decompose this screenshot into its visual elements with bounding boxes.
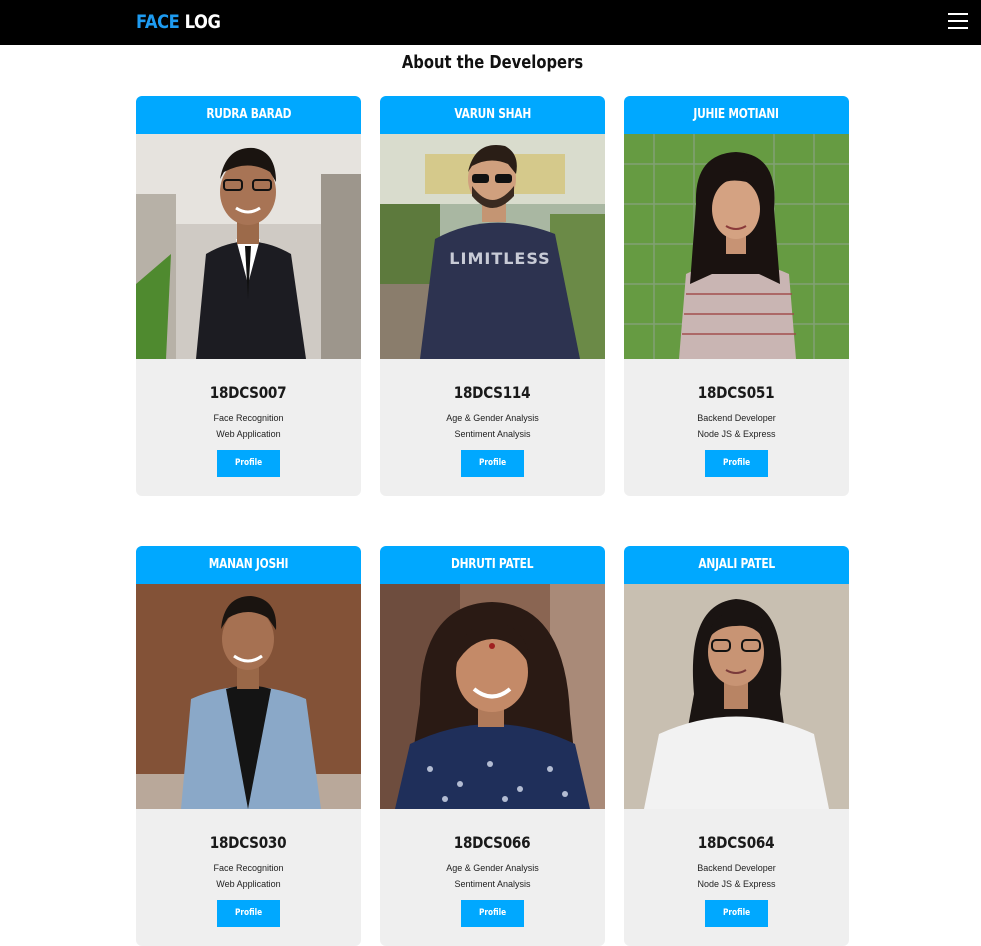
developer-name-header: DHRUTI PATEL [380,546,605,584]
developer-card: MANAN JOSHI 18DCS030 Face Recognition We… [136,546,361,946]
svg-text:LIMITLESS: LIMITLESS [449,249,550,268]
developer-id: 18DCS030 [210,833,287,852]
developer-name: VARUN SHAH [454,107,531,122]
profile-button[interactable]: Profile [705,900,768,927]
profile-button[interactable]: Profile [705,450,768,477]
developer-card-body: 18DCS007 Face Recognition Web Applicatio… [136,383,361,496]
developer-name: ANJALI PATEL [698,557,775,572]
developer-role-2: Node JS & Express [697,429,776,439]
developer-name: DHRUTI PATEL [451,557,534,572]
developer-name: MANAN JOSHI [208,557,289,572]
developer-role-1: Age & Gender Analysis [446,413,539,423]
developer-id: 18DCS007 [210,383,287,402]
developer-role-1: Age & Gender Analysis [446,863,539,873]
developer-photo [624,584,849,809]
brand-log-text: LOG [184,11,221,33]
developer-card-body: 18DCS030 Face Recognition Web Applicatio… [136,833,361,946]
developer-name-header: ANJALI PATEL [624,546,849,584]
developer-id: 18DCS066 [454,833,531,852]
developer-card: RUDRA BARAD 18DCS007 Face Recognition We… [136,96,361,496]
developer-photo [136,134,361,359]
brand-logo[interactable]: FACE LOG [136,10,221,34]
developer-role-1: Backend Developer [697,863,776,873]
page-title: About the Developers [401,52,584,73]
developer-card: JUHIE MOTIANI 18DCS051 Backend Developer… [624,96,849,496]
developer-photo [380,584,605,809]
profile-button[interactable]: Profile [461,900,524,927]
developer-name-header: MANAN JOSHI [136,546,361,584]
developer-card-body: 18DCS066 Age & Gender Analysis Sentiment… [380,833,605,946]
brand-face-text: FACE [136,11,180,33]
developer-name-header: JUHIE MOTIANI [624,96,849,134]
developer-id: 18DCS114 [454,383,531,402]
developer-card: DHRUTI PATEL 18DCS066 Age & Gender Analy… [380,546,605,946]
developer-role-2: Sentiment Analysis [454,879,531,889]
developer-role-1: Face Recognition [213,863,284,873]
developer-role-1: Face Recognition [213,413,284,423]
developer-card: ANJALI PATEL 18DCS064 Backend Developer … [624,546,849,946]
developer-photo [136,584,361,809]
developer-photo: LIMITLESS [380,134,605,359]
developer-card: VARUN SHAH LIMITLESS 18DCS114 Age & Gend… [380,96,605,496]
developer-id: 18DCS051 [698,383,775,402]
developer-card-body: 18DCS051 Backend Developer Node JS & Exp… [624,383,849,496]
developer-role-2: Sentiment Analysis [454,429,531,439]
profile-button[interactable]: Profile [217,450,280,477]
developer-role-2: Web Application [216,879,281,889]
hamburger-menu-icon[interactable] [946,10,970,32]
developer-role-2: Web Application [216,429,281,439]
developer-photo [624,134,849,359]
profile-button[interactable]: Profile [461,450,524,477]
developer-role-2: Node JS & Express [697,879,776,889]
developer-name: JUHIE MOTIANI [693,107,780,122]
profile-button[interactable]: Profile [217,900,280,927]
developer-name: RUDRA BARAD [206,107,291,122]
developer-name-header: RUDRA BARAD [136,96,361,134]
developer-name-header: VARUN SHAH [380,96,605,134]
developer-role-1: Backend Developer [697,413,776,423]
navbar: FACE LOG [0,0,981,45]
developer-card-body: 18DCS114 Age & Gender Analysis Sentiment… [380,383,605,496]
developer-card-body: 18DCS064 Backend Developer Node JS & Exp… [624,833,849,946]
developer-id: 18DCS064 [698,833,775,852]
